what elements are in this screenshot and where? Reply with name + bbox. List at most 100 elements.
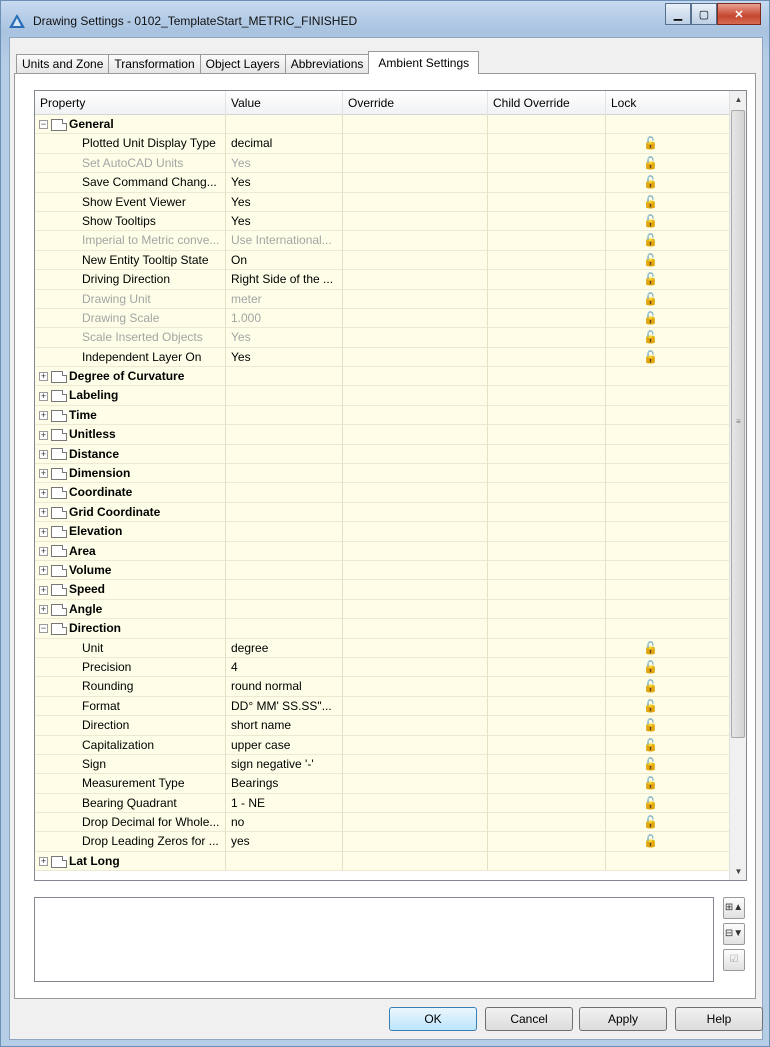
- lock-icon[interactable]: 🔓: [611, 832, 730, 850]
- grid-scrollbar[interactable]: ▲ ≡ ▼: [729, 91, 746, 880]
- lock-icon[interactable]: 🔓: [611, 697, 730, 715]
- group-row[interactable]: + Lat Long: [35, 851, 731, 872]
- property-row[interactable]: Unit degree 🔓: [35, 638, 731, 658]
- override-cell[interactable]: [343, 250, 488, 271]
- scroll-down-arrow-icon[interactable]: ▼: [730, 863, 746, 880]
- lock-icon[interactable]: 🔓: [611, 309, 730, 327]
- override-cell[interactable]: [343, 134, 488, 154]
- property-row[interactable]: Precision 4 🔓: [35, 657, 731, 678]
- property-row[interactable]: Save Command Chang... Yes 🔓: [35, 173, 731, 193]
- lock-icon[interactable]: 🔓: [611, 736, 730, 754]
- lock-icon[interactable]: 🔓: [611, 716, 730, 734]
- child-override-cell[interactable]: [488, 774, 606, 794]
- title-bar[interactable]: Drawing Settings - 0102_TemplateStart_ME…: [1, 1, 769, 37]
- scroll-up-arrow-icon[interactable]: ▲: [730, 91, 746, 108]
- apply-button[interactable]: Apply: [579, 1007, 667, 1031]
- override-cell[interactable]: [343, 696, 488, 717]
- property-row[interactable]: Show Event Viewer Yes 🔓: [35, 192, 731, 212]
- group-row[interactable]: + Dimension: [35, 464, 731, 484]
- property-row[interactable]: Independent Layer On Yes 🔓: [35, 347, 731, 368]
- value-cell[interactable]: round normal: [226, 677, 343, 697]
- group-row[interactable]: + Angle: [35, 599, 731, 620]
- group-row[interactable]: + Grid Coordinate: [35, 502, 731, 523]
- child-override-cell[interactable]: [488, 754, 606, 775]
- property-row[interactable]: Capitalization upper case 🔓: [35, 735, 731, 755]
- value-cell[interactable]: decimal: [226, 134, 343, 154]
- property-row[interactable]: Plotted Unit Display Type decimal 🔓: [35, 134, 731, 154]
- column-header-child-override[interactable]: Child Override: [488, 91, 606, 115]
- lock-icon[interactable]: 🔓: [611, 794, 730, 812]
- group-row[interactable]: − Direction: [35, 619, 731, 639]
- tab-abbreviations[interactable]: Abbreviations: [284, 54, 370, 74]
- property-row[interactable]: New Entity Tooltip State On 🔓: [35, 250, 731, 271]
- column-header-value[interactable]: Value: [226, 91, 343, 115]
- value-cell[interactable]: Bearings: [226, 774, 343, 794]
- property-row[interactable]: Scale Inserted Objects Yes 🔓: [35, 328, 731, 348]
- override-cell[interactable]: [343, 270, 488, 290]
- collapse-all-button[interactable]: ⊟▼: [723, 923, 745, 945]
- child-override-cell[interactable]: [488, 153, 606, 174]
- override-cell[interactable]: [343, 774, 488, 794]
- group-row[interactable]: + Volume: [35, 560, 731, 581]
- child-override-cell[interactable]: [488, 696, 606, 717]
- cancel-button[interactable]: Cancel: [485, 1007, 573, 1031]
- child-override-cell[interactable]: [488, 716, 606, 736]
- property-row[interactable]: Drop Decimal for Whole... no 🔓: [35, 813, 731, 833]
- property-row[interactable]: Format DD° MM' SS.SS"... 🔓: [35, 696, 731, 717]
- expand-icon[interactable]: +: [39, 449, 48, 459]
- expand-icon[interactable]: +: [39, 585, 48, 595]
- child-override-cell[interactable]: [488, 638, 606, 658]
- lock-icon[interactable]: 🔓: [611, 658, 730, 676]
- expand-icon[interactable]: +: [39, 546, 48, 556]
- ok-button[interactable]: OK: [389, 1007, 477, 1031]
- child-override-cell[interactable]: [488, 134, 606, 154]
- group-row[interactable]: + Area: [35, 541, 731, 561]
- value-cell[interactable]: Yes: [226, 328, 343, 348]
- override-cell[interactable]: [343, 328, 488, 348]
- maximize-button[interactable]: ▢: [691, 3, 717, 25]
- override-cell[interactable]: [343, 832, 488, 852]
- group-row[interactable]: + Speed: [35, 580, 731, 600]
- group-row[interactable]: + Coordinate: [35, 483, 731, 503]
- child-override-cell[interactable]: [488, 231, 606, 251]
- value-cell[interactable]: meter: [226, 289, 343, 309]
- property-row[interactable]: Bearing Quadrant 1 - NE 🔓: [35, 793, 731, 814]
- value-cell[interactable]: Right Side of the ...: [226, 270, 343, 290]
- lock-icon[interactable]: 🔓: [611, 774, 730, 792]
- override-cell[interactable]: [343, 173, 488, 193]
- expand-icon[interactable]: +: [39, 469, 48, 479]
- child-override-cell[interactable]: [488, 813, 606, 833]
- child-override-cell[interactable]: [488, 211, 606, 232]
- column-header-property[interactable]: Property: [35, 91, 226, 115]
- child-override-cell[interactable]: [488, 657, 606, 678]
- property-row[interactable]: Set AutoCAD Units Yes 🔓: [35, 153, 731, 174]
- tab-object-layers[interactable]: Object Layers: [199, 54, 286, 74]
- property-row[interactable]: Rounding round normal 🔓: [35, 677, 731, 697]
- collapse-icon[interactable]: −: [39, 624, 48, 634]
- value-cell[interactable]: Use International...: [226, 231, 343, 251]
- column-header-lock[interactable]: Lock: [606, 91, 731, 115]
- child-override-cell[interactable]: [488, 270, 606, 290]
- override-cell[interactable]: [343, 153, 488, 174]
- value-cell[interactable]: DD° MM' SS.SS"...: [226, 696, 343, 717]
- property-row[interactable]: Driving Direction Right Side of the ... 🔓: [35, 270, 731, 290]
- lock-icon[interactable]: 🔓: [611, 251, 730, 269]
- lock-icon[interactable]: 🔓: [611, 193, 730, 211]
- value-cell[interactable]: yes: [226, 832, 343, 852]
- group-row[interactable]: + Unitless: [35, 425, 731, 445]
- override-cell[interactable]: [343, 813, 488, 833]
- lock-icon[interactable]: 🔓: [611, 134, 730, 152]
- value-cell[interactable]: Yes: [226, 211, 343, 232]
- lock-icon[interactable]: 🔓: [611, 639, 730, 657]
- lock-icon[interactable]: 🔓: [611, 173, 730, 191]
- child-override-cell[interactable]: [488, 289, 606, 309]
- value-cell[interactable]: 4: [226, 657, 343, 678]
- value-cell[interactable]: 1.000: [226, 308, 343, 329]
- value-cell[interactable]: Yes: [226, 153, 343, 174]
- lock-icon[interactable]: 🔓: [611, 270, 730, 288]
- child-override-cell[interactable]: [488, 793, 606, 814]
- lock-icon[interactable]: 🔓: [611, 290, 730, 308]
- property-row[interactable]: Sign sign negative '-' 🔓: [35, 754, 731, 775]
- edit-override-button[interactable]: ☑: [723, 949, 745, 971]
- tab-units-and-zone[interactable]: Units and Zone: [16, 54, 110, 74]
